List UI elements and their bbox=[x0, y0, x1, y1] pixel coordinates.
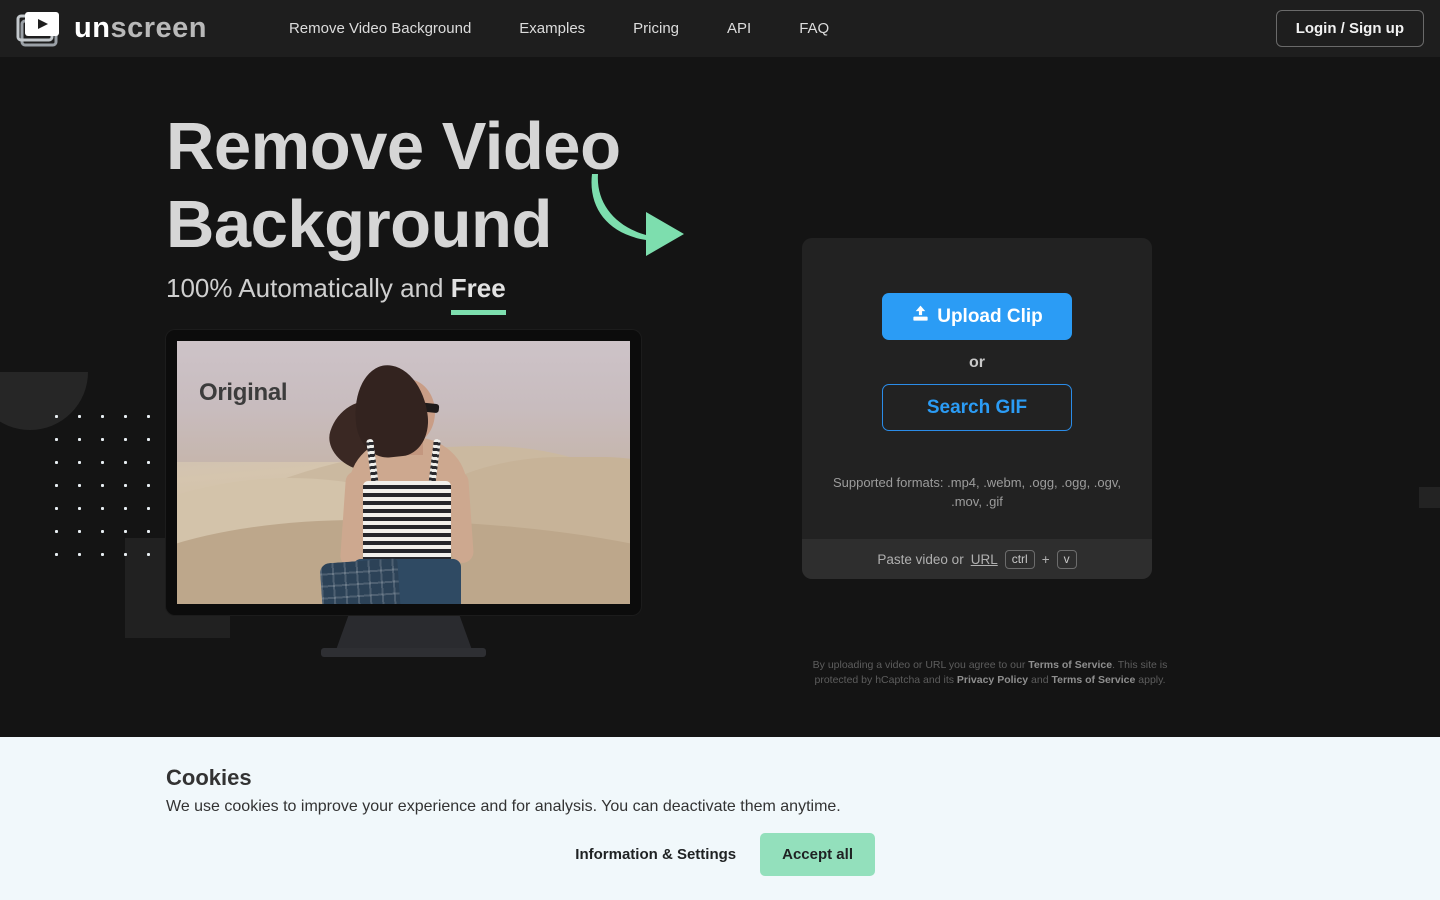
key-ctrl: ctrl bbox=[1004, 549, 1035, 569]
nav-item-remove-video-background[interactable]: Remove Video Background bbox=[265, 0, 495, 57]
curved-arrow-down-right-icon bbox=[591, 174, 684, 256]
main-nav: Remove Video Background Examples Pricing… bbox=[265, 0, 853, 57]
page-title-line-1: Remove Video bbox=[166, 109, 621, 184]
supported-formats-note: Supported formats: .mp4, .webm, .ogg, .o… bbox=[832, 475, 1122, 509]
nav-item-pricing[interactable]: Pricing bbox=[609, 0, 703, 57]
legal-disclaimer: By uploading a video or URL you agree to… bbox=[808, 658, 1172, 688]
legal-part-3: and bbox=[1028, 674, 1052, 686]
nav-item-faq[interactable]: FAQ bbox=[775, 0, 853, 57]
paste-url-link[interactable]: URL bbox=[971, 552, 998, 567]
upload-card: Upload Clip or Search GIF Supported form… bbox=[802, 238, 1152, 579]
page-subtitle: 100% Automatically and Free bbox=[166, 271, 506, 305]
preview-person-figure bbox=[319, 361, 487, 604]
terms-of-service-link-2[interactable]: Terms of Service bbox=[1051, 674, 1135, 686]
cookie-banner-actions: Information & Settings Accept all bbox=[560, 833, 875, 876]
video-preview-screen: Original bbox=[177, 341, 630, 604]
key-v: v bbox=[1056, 549, 1077, 569]
page-root: unscreen Remove Video Background Example… bbox=[0, 0, 1440, 900]
upload-clip-label: Upload Clip bbox=[937, 305, 1043, 327]
legal-part-1: By uploading a video or URL you agree to… bbox=[812, 659, 1029, 671]
cookie-banner-title: Cookies bbox=[166, 765, 252, 790]
logo-text-screen: screen bbox=[110, 12, 207, 44]
cookie-consent-banner: Cookies We use cookies to improve your e… bbox=[0, 737, 1440, 900]
key-plus-label: + bbox=[1041, 551, 1050, 567]
accept-all-button[interactable]: Accept all bbox=[760, 833, 875, 876]
page-title: Remove Video Background bbox=[166, 108, 806, 264]
page-subtitle-prefix: 100% Automatically and bbox=[166, 273, 451, 303]
monitor-preview: Original bbox=[166, 330, 641, 615]
legal-part-4: apply. bbox=[1135, 674, 1166, 686]
cookie-banner-text: We use cookies to improve your experienc… bbox=[166, 798, 841, 815]
monitor-stand-base bbox=[321, 648, 486, 657]
login-signup-button[interactable]: Login / Sign up bbox=[1275, 10, 1424, 47]
upload-icon bbox=[911, 304, 930, 329]
or-separator-label: or bbox=[969, 354, 985, 371]
preview-label-original: Original bbox=[199, 379, 288, 406]
site-header: unscreen Remove Video Background Example… bbox=[0, 0, 1440, 57]
decor-dot-grid bbox=[55, 415, 170, 576]
decor-rectangle-right bbox=[1419, 487, 1440, 508]
privacy-policy-link[interactable]: Privacy Policy bbox=[957, 674, 1028, 686]
page-title-line-2: Background bbox=[166, 187, 552, 262]
search-gif-button[interactable]: Search GIF bbox=[882, 384, 1072, 431]
information-settings-button[interactable]: Information & Settings bbox=[571, 836, 740, 873]
paste-url-bar[interactable]: Paste video or URL ctrl + v bbox=[802, 539, 1152, 579]
monitor-stand-neck bbox=[336, 616, 472, 650]
nav-item-api[interactable]: API bbox=[703, 0, 775, 57]
video-stack-play-icon bbox=[16, 9, 64, 49]
terms-of-service-link-1[interactable]: Terms of Service bbox=[1028, 659, 1112, 671]
page-subtitle-emphasis: Free bbox=[450, 273, 506, 303]
upload-card-body: Upload Clip or Search GIF Supported form… bbox=[802, 238, 1152, 539]
nav-item-examples[interactable]: Examples bbox=[495, 0, 609, 57]
logo-text-un: un bbox=[74, 12, 111, 44]
paste-prefix-label: Paste video or bbox=[877, 551, 964, 567]
upload-clip-button[interactable]: Upload Clip bbox=[882, 293, 1072, 340]
logo[interactable]: unscreen bbox=[16, 9, 207, 49]
